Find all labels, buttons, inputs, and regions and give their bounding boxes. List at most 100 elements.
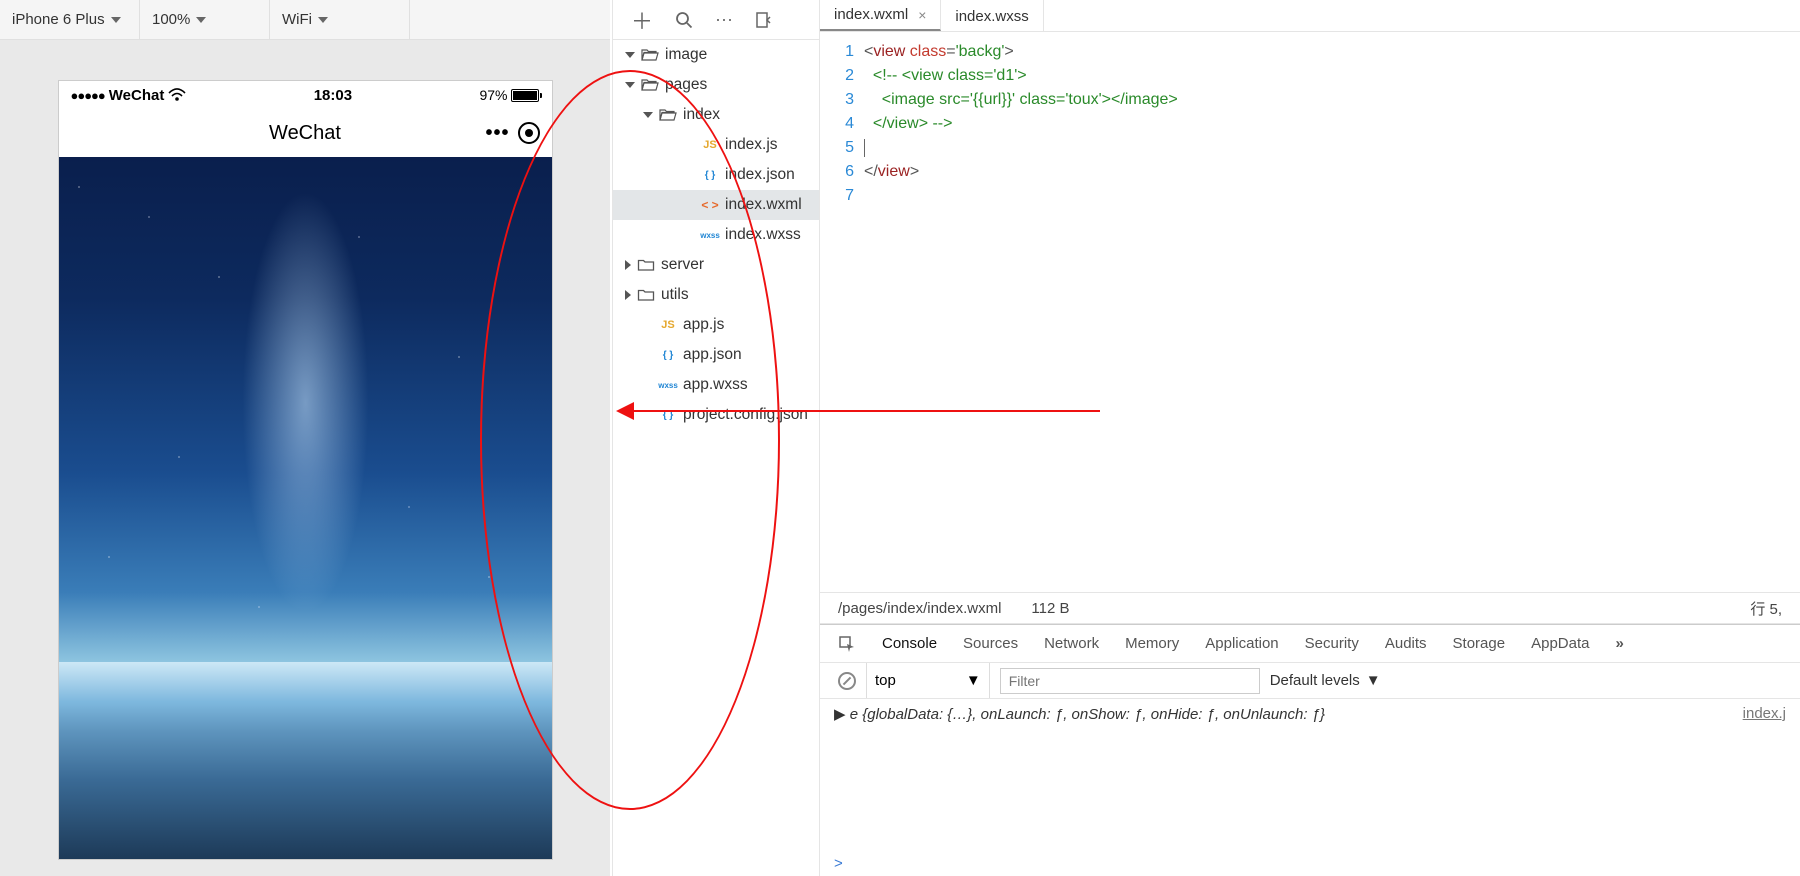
folder-open-icon bbox=[641, 47, 659, 63]
log-levels-select[interactable]: Default levels ▼ bbox=[1270, 672, 1381, 689]
more-button[interactable]: ··· bbox=[715, 9, 733, 30]
phone-statusbar: ●●●●● WeChat 18:03 97% bbox=[59, 81, 552, 109]
json-icon: { } bbox=[659, 347, 677, 363]
folder-icon bbox=[637, 287, 655, 303]
console-source-link[interactable]: index.j bbox=[1743, 705, 1786, 723]
editor-tab[interactable]: index.wxml× bbox=[820, 0, 941, 31]
capsule-close-button[interactable] bbox=[518, 122, 540, 144]
file-tree-item[interactable]: wxssindex.wxss bbox=[613, 220, 819, 250]
line-number: 6 bbox=[820, 160, 854, 184]
file-tree-item[interactable]: < >index.wxml bbox=[613, 190, 819, 220]
devtools-tab-storage[interactable]: Storage bbox=[1453, 635, 1506, 652]
file-tree-item[interactable]: wxssapp.wxss bbox=[613, 370, 819, 400]
file-tree-label: project.config.json bbox=[683, 406, 808, 424]
line-number: 5 bbox=[820, 136, 854, 160]
console-prompt[interactable]: > bbox=[820, 850, 1800, 876]
chevron-down-icon bbox=[196, 17, 206, 23]
file-tree-label: app.json bbox=[683, 346, 742, 364]
devtools-tab-sources[interactable]: Sources bbox=[963, 635, 1018, 652]
code-editor[interactable]: 1234567 <view class='backg'> <!-- <view … bbox=[820, 32, 1800, 592]
statusbar-time: 18:03 bbox=[314, 87, 352, 104]
capsule-more-button[interactable]: ••• bbox=[485, 122, 509, 145]
devtools-tab-application[interactable]: Application bbox=[1205, 635, 1278, 652]
status-cursor-pos: 行 5, bbox=[1750, 598, 1782, 619]
expand-right-icon[interactable] bbox=[625, 290, 631, 300]
code-token: class bbox=[910, 43, 946, 60]
devtools-tab-security[interactable]: Security bbox=[1305, 635, 1359, 652]
file-tree-item[interactable]: { }index.json bbox=[613, 160, 819, 190]
wxml-icon: < > bbox=[701, 197, 719, 213]
devtools-tab-audits[interactable]: Audits bbox=[1385, 635, 1427, 652]
spacer bbox=[685, 200, 695, 210]
statusbar-right: 97% bbox=[479, 87, 539, 103]
file-tree-label: index.js bbox=[725, 136, 778, 154]
simulator-panel: ●●●●● WeChat 18:03 97% WeChat ••• bbox=[0, 40, 610, 876]
device-select[interactable]: iPhone 6 Plus bbox=[0, 0, 140, 40]
editor-statusbar: /pages/index/index.wxml 112 B 行 5, bbox=[820, 592, 1800, 624]
code-token: view bbox=[878, 163, 910, 180]
file-tree-label: pages bbox=[665, 76, 707, 94]
expand-down-icon[interactable] bbox=[625, 82, 635, 88]
capsule-buttons: ••• bbox=[485, 122, 539, 145]
file-tree-label: index.wxss bbox=[725, 226, 801, 244]
file-tree-item[interactable]: { }project.config.json bbox=[613, 400, 819, 430]
explorer-toolbar: ＋ ··· bbox=[612, 0, 820, 40]
spacer bbox=[643, 380, 653, 390]
file-tree-item[interactable]: pages bbox=[613, 70, 819, 100]
file-tree-label: app.wxss bbox=[683, 376, 748, 394]
tab-close-icon[interactable]: × bbox=[918, 7, 926, 23]
devtools-tab-network[interactable]: Network bbox=[1044, 635, 1099, 652]
devtools-tab-console[interactable]: Console bbox=[882, 635, 937, 652]
expand-down-icon[interactable] bbox=[643, 112, 653, 118]
file-tree-item[interactable]: JSindex.js bbox=[613, 130, 819, 160]
cursor-icon bbox=[864, 139, 865, 157]
devtools-more-button[interactable]: » bbox=[1615, 635, 1623, 652]
collapse-button[interactable] bbox=[755, 11, 773, 29]
folder-open-icon bbox=[641, 77, 659, 93]
file-tree-label: server bbox=[661, 256, 704, 274]
file-tree-label: utils bbox=[661, 286, 689, 304]
file-tree-item[interactable]: server bbox=[613, 250, 819, 280]
spacer bbox=[643, 410, 653, 420]
line-number: 3 bbox=[820, 88, 854, 112]
code-token: <image src='{{url}}' class='toux'></imag… bbox=[864, 91, 1178, 108]
file-tree-item[interactable]: index bbox=[613, 100, 819, 130]
device-label: iPhone 6 Plus bbox=[12, 11, 105, 28]
network-label: WiFi bbox=[282, 11, 312, 28]
chevron-down-icon bbox=[318, 17, 328, 23]
network-select[interactable]: WiFi bbox=[270, 0, 410, 40]
editor-tabs: index.wxml×index.wxss bbox=[820, 0, 1800, 32]
code-token: </ bbox=[864, 163, 878, 180]
filter-input[interactable] bbox=[1000, 668, 1260, 694]
search-button[interactable] bbox=[675, 11, 693, 29]
context-select[interactable]: top ▼ bbox=[866, 663, 990, 698]
file-tree-item[interactable]: JSapp.js bbox=[613, 310, 819, 340]
code-token: </view> --> bbox=[864, 115, 952, 132]
file-tree-label: image bbox=[665, 46, 707, 64]
element-picker-icon[interactable] bbox=[838, 635, 856, 653]
devtools-tab-memory[interactable]: Memory bbox=[1125, 635, 1179, 652]
line-number: 2 bbox=[820, 64, 854, 88]
add-file-button[interactable]: ＋ bbox=[631, 4, 653, 36]
code-token: <!-- <view class='d1'> bbox=[864, 67, 1027, 84]
editor-tab[interactable]: index.wxss bbox=[941, 0, 1043, 32]
clear-console-icon[interactable] bbox=[838, 672, 856, 690]
chevron-down-icon: ▼ bbox=[1366, 672, 1381, 689]
carrier-label: WeChat bbox=[109, 87, 165, 104]
zoom-select[interactable]: 100% bbox=[140, 0, 270, 40]
status-path: /pages/index/index.wxml bbox=[838, 600, 1001, 617]
devtools-tab-appdata[interactable]: AppData bbox=[1531, 635, 1589, 652]
phone-navbar: WeChat ••• bbox=[59, 109, 552, 157]
expand-down-icon[interactable] bbox=[625, 52, 635, 58]
devtools-panel: Console Sources Network Memory Application Se… bbox=[820, 624, 1800, 876]
file-tree-item[interactable]: { } app.json bbox=[613, 340, 819, 370]
battery-icon bbox=[511, 89, 539, 102]
code-token: > bbox=[910, 163, 919, 180]
file-tree-item[interactable]: image bbox=[613, 40, 819, 70]
expand-right-icon[interactable] bbox=[625, 260, 631, 270]
editor-area: index.wxml×index.wxss 1234567 <view clas… bbox=[820, 0, 1800, 876]
spacer bbox=[685, 140, 695, 150]
line-number: 7 bbox=[820, 184, 854, 208]
js-icon: JS bbox=[659, 317, 677, 333]
file-tree-item[interactable]: utils bbox=[613, 280, 819, 310]
